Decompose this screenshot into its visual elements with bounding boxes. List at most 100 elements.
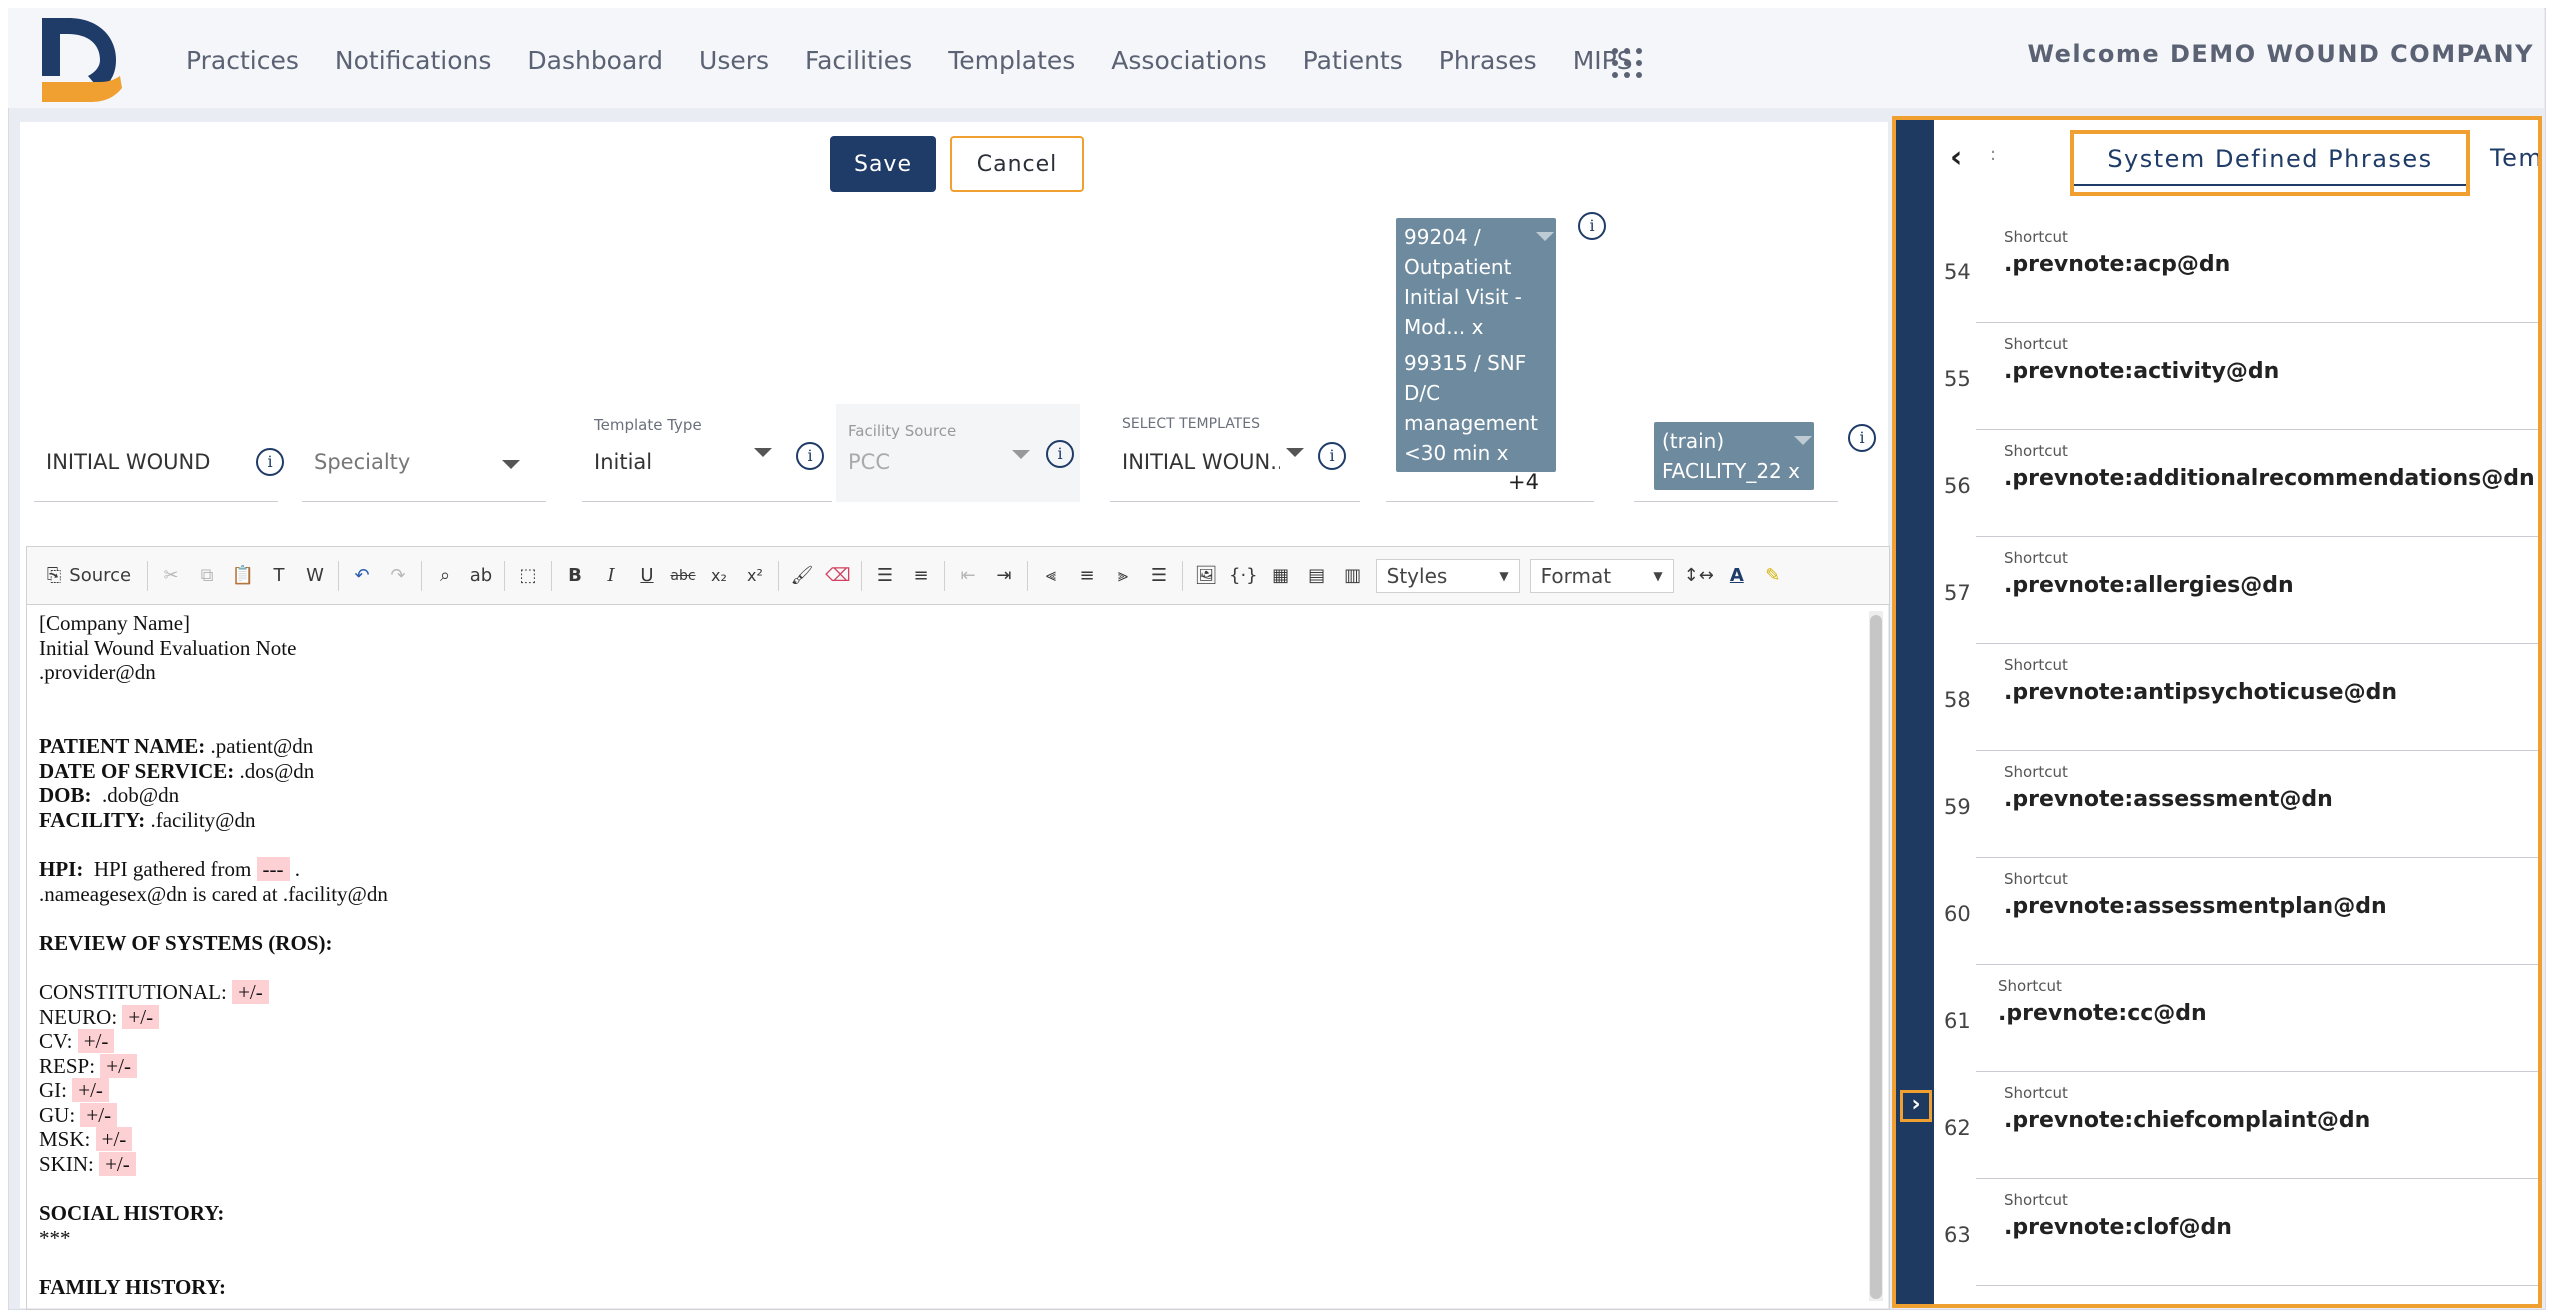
nav-associations[interactable]: Associations [1111, 46, 1266, 75]
apps-grid-icon[interactable] [1612, 48, 1642, 78]
paste-word-icon[interactable]: W [302, 561, 328, 591]
phrase-item[interactable]: Shortcut 61 .prevnote:cc@dn [1934, 965, 2538, 1072]
redo-icon[interactable]: ↷ [385, 561, 411, 591]
editor-scrollbar[interactable] [1869, 611, 1883, 1301]
nav-facilities[interactable]: Facilities [805, 46, 912, 75]
cpt-codes-multiselect[interactable]: 99204 / Outpatient Initial Visit - Mod..… [1386, 218, 1594, 502]
ros-line: CV: +/- [39, 1029, 1849, 1054]
ros-line: SKIN: +/- [39, 1152, 1849, 1177]
template-type-select[interactable]: Template Type Initial i [582, 412, 832, 502]
phrase-number: 56 [1944, 474, 1971, 498]
source-button[interactable]: ⎘ Source [41, 561, 137, 591]
superscript-icon[interactable]: x² [742, 561, 768, 591]
phrase-number: 58 [1944, 688, 1971, 712]
hpi-placeholder[interactable]: --- [256, 856, 290, 881]
specialty-select[interactable]: Specialty [302, 422, 546, 502]
nav-phrases[interactable]: Phrases [1439, 46, 1537, 75]
chevron-right-icon[interactable]: › [1900, 1090, 1932, 1122]
top-navbar: Practices Notifications Dashboard Users … [8, 8, 2544, 108]
template-name-field[interactable]: INITIAL WOUND P( i [34, 422, 284, 502]
bulleted-list-icon[interactable]: ≡ [908, 561, 934, 591]
line-height-icon[interactable]: ↕↔ [1684, 561, 1714, 591]
justify-icon[interactable]: ☰ [1146, 561, 1172, 591]
template-alt-icon[interactable]: ▥ [1340, 561, 1366, 591]
panel-rail [1896, 120, 1934, 1304]
editor-content[interactable]: [Company Name] Initial Wound Evaluation … [39, 611, 1849, 1301]
cut-icon[interactable]: ✂ [158, 561, 184, 591]
info-icon[interactable]: i [1578, 212, 1606, 240]
phrase-item[interactable]: Shortcut 62 .prevnote:chiefcomplaint@dn [1934, 1072, 2538, 1179]
image-icon[interactable]: 🖼 [1193, 561, 1219, 591]
indent-icon[interactable]: ⇥ [991, 561, 1017, 591]
nav-users[interactable]: Users [699, 46, 769, 75]
bold-icon[interactable]: B [562, 561, 588, 591]
format-dropdown[interactable]: Format ▼ [1529, 558, 1674, 593]
facility-multiselect[interactable]: (train) FACILITY_22 x [1634, 422, 1838, 502]
underline-icon[interactable]: U [634, 561, 660, 591]
phrase-item[interactable]: Shortcut 60 .prevnote:assessmentplan@dn [1934, 858, 2538, 965]
nav-dashboard[interactable]: Dashboard [527, 46, 663, 75]
cpt-chip[interactable]: 99204 / Outpatient Initial Visit - Mod..… [1396, 218, 1556, 346]
facility-source-value: PCC [848, 450, 890, 474]
info-icon[interactable]: i [796, 442, 824, 470]
phrase-item[interactable]: Shortcut 56 .prevnote:additionalrecommen… [1934, 430, 2538, 537]
text-color-icon[interactable]: A [1724, 561, 1750, 591]
styles-label: Styles [1386, 563, 1448, 588]
info-icon[interactable]: i [256, 448, 284, 476]
paste-icon[interactable]: 📋 [230, 561, 256, 591]
info-icon[interactable]: i [1318, 442, 1346, 470]
find-icon[interactable]: ⌕ [432, 561, 458, 591]
phrase-text: .prevnote:allergies@dn [2004, 573, 2294, 598]
info-icon[interactable]: i [1046, 440, 1074, 468]
cpt-chip[interactable]: 99315 / SNF D/C management <30 min x [1396, 344, 1556, 472]
template-type-label: Template Type [594, 416, 702, 434]
table-icon[interactable]: ▦ [1268, 561, 1294, 591]
undo-icon[interactable]: ↶ [349, 561, 375, 591]
outdent-icon[interactable]: ⇤ [955, 561, 981, 591]
nav-patients[interactable]: Patients [1303, 46, 1403, 75]
dob-line: DOB: .dob@dn [39, 783, 180, 808]
company-logo[interactable] [38, 16, 128, 104]
tab-system-defined-phrases[interactable]: System Defined Phrases [2070, 130, 2470, 196]
template-editor-panel: Save Cancel INITIAL WOUND P( i Specialty… [20, 122, 1890, 1310]
shortcut-label: Shortcut [2004, 335, 2068, 353]
subscript-icon[interactable]: x₂ [706, 561, 732, 591]
phrase-item[interactable]: Shortcut 59 .prevnote:assessment@dn [1934, 751, 2538, 858]
phrase-item[interactable]: Shortcut 55 .prevnote:activity@dn [1934, 323, 2538, 430]
phrase-item[interactable]: Shortcut 54 .prevnote:acp@dn [1934, 216, 2538, 323]
nav-practices[interactable]: Practices [186, 46, 299, 75]
numbered-list-icon[interactable]: ☰ [872, 561, 898, 591]
copy-format-icon[interactable]: 🖌 [789, 561, 815, 591]
facility-chip[interactable]: (train) FACILITY_22 x [1654, 422, 1814, 490]
paste-text-icon[interactable]: T [266, 561, 292, 591]
styles-dropdown[interactable]: Styles ▼ [1375, 558, 1520, 593]
replace-icon[interactable]: ab [468, 561, 494, 591]
select-all-icon[interactable]: ⬚ [515, 561, 541, 591]
placeholder-icon[interactable]: {·} [1229, 561, 1258, 591]
phrase-item[interactable]: Shortcut 57 .prevnote:allergies@dn [1934, 537, 2538, 644]
tab-templates[interactable]: Temp [2490, 144, 2538, 172]
chevron-down-icon [754, 448, 772, 457]
background-color-icon[interactable]: ✎ [1760, 561, 1786, 591]
nav-templates[interactable]: Templates [948, 46, 1075, 75]
italic-icon[interactable]: I [598, 561, 624, 591]
template-icon[interactable]: ▤ [1304, 561, 1330, 591]
phrase-item[interactable]: Shortcut 58 .prevnote:antipsychoticuse@d… [1934, 644, 2538, 751]
more-count[interactable]: +4 [1508, 470, 1539, 494]
remove-format-icon[interactable]: ⌫ [825, 561, 851, 591]
align-center-icon[interactable]: ≡ [1074, 561, 1100, 591]
align-left-icon[interactable]: ⫷ [1038, 561, 1064, 591]
info-icon[interactable]: i [1848, 424, 1876, 452]
chevron-left-icon[interactable]: ‹ [1950, 140, 1962, 175]
nav-notifications[interactable]: Notifications [335, 46, 491, 75]
cancel-button[interactable]: Cancel [950, 136, 1084, 192]
phrase-number: 63 [1944, 1223, 1971, 1247]
select-templates-dropdown[interactable]: SELECT TEMPLATES INITIAL WOUN... i [1110, 412, 1360, 502]
align-right-icon[interactable]: ⫸ [1110, 561, 1136, 591]
phrase-item[interactable]: Shortcut 63 .prevnote:clof@dn [1934, 1179, 2538, 1286]
chevron-down-icon [1012, 450, 1030, 459]
copy-icon[interactable]: ⧉ [194, 561, 220, 591]
chevron-down-icon: ▼ [1653, 568, 1663, 583]
save-button[interactable]: Save [830, 136, 936, 192]
strikethrough-icon[interactable]: abc [670, 561, 696, 591]
